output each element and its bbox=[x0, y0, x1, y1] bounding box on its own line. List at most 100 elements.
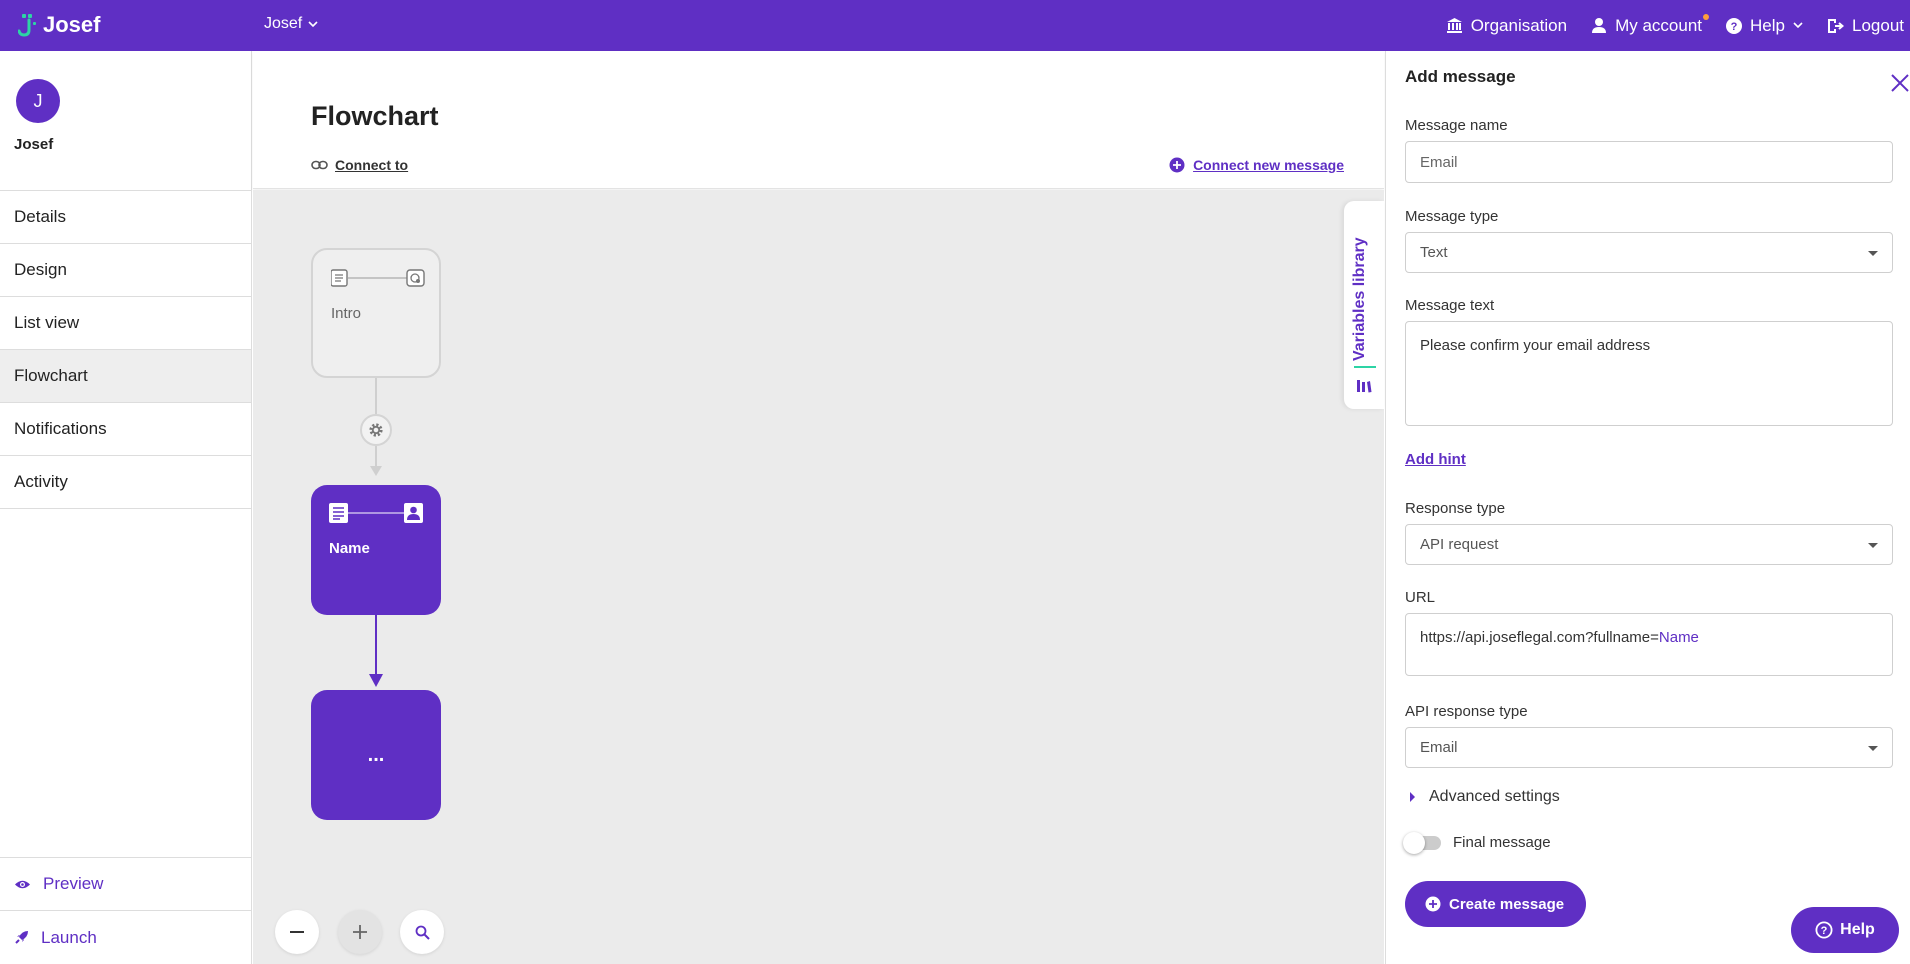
connect-new-message-label: Connect new message bbox=[1193, 157, 1344, 173]
eye-icon bbox=[15, 880, 30, 888]
flow-node-intro[interactable]: Intro bbox=[311, 248, 441, 378]
flow-node-label: Intro bbox=[331, 305, 362, 322]
nav-logout-label: Logout bbox=[1852, 15, 1904, 35]
user-icon bbox=[1592, 18, 1607, 33]
zoom-out-button[interactable] bbox=[275, 910, 319, 954]
chevron-down-icon bbox=[1868, 745, 1878, 751]
chevron-down-icon bbox=[308, 20, 318, 27]
node-header-icons bbox=[329, 503, 423, 523]
connector-line bbox=[375, 446, 377, 468]
svg-text:?: ? bbox=[1731, 21, 1738, 33]
advanced-settings-toggle[interactable]: Advanced settings bbox=[1410, 788, 1560, 806]
chevron-down-icon bbox=[1868, 542, 1878, 548]
response-type-select[interactable]: API request bbox=[1405, 524, 1893, 565]
flow-node-label: Name bbox=[329, 540, 370, 557]
sidebar-nav: Details Design List view Flowchart Notif… bbox=[0, 190, 251, 509]
user-name: Josef bbox=[14, 136, 54, 153]
logout-icon bbox=[1828, 18, 1844, 33]
plus-circle-icon bbox=[1169, 157, 1185, 173]
tab-accent-line bbox=[1354, 366, 1376, 368]
final-message-switch[interactable] bbox=[1403, 831, 1441, 854]
sidebar-item-notifications[interactable]: Notifications bbox=[0, 403, 251, 456]
sidebar-item-details[interactable]: Details bbox=[0, 191, 251, 244]
zoom-in-button[interactable] bbox=[338, 910, 382, 954]
message-name-label: Message name bbox=[1405, 117, 1508, 134]
connection-settings-button[interactable] bbox=[360, 414, 392, 446]
chevron-down-icon bbox=[1868, 250, 1878, 256]
create-message-button[interactable]: Create message bbox=[1405, 881, 1587, 927]
preview-label: Preview bbox=[43, 874, 104, 893]
add-hint-link[interactable]: Add hint bbox=[1405, 451, 1466, 468]
panel-title: Add message bbox=[1405, 67, 1516, 86]
create-message-label: Create message bbox=[1449, 895, 1565, 913]
sidebar-item-list-view[interactable]: List view bbox=[0, 297, 251, 350]
flow-node-name[interactable]: Name bbox=[311, 485, 441, 615]
sidebar-item-design[interactable]: Design bbox=[0, 244, 251, 297]
api-response-type-value: Email bbox=[1420, 739, 1458, 756]
url-input[interactable]: https://api.joseflegal.com?fullname=Name bbox=[1405, 613, 1893, 676]
search-icon bbox=[415, 925, 430, 940]
message-name-input[interactable]: Email bbox=[1405, 141, 1893, 183]
app-logo[interactable]: Josef bbox=[18, 12, 100, 38]
sidebar-bottom: Preview Launch bbox=[0, 857, 251, 964]
link-icon bbox=[311, 160, 328, 170]
project-name: Josef bbox=[264, 15, 303, 32]
minus-icon bbox=[290, 931, 304, 933]
message-text-value: Please confirm your email address bbox=[1420, 337, 1651, 354]
help-floating-button[interactable]: ? Help bbox=[1791, 907, 1899, 953]
flow-node-label: ... bbox=[367, 743, 385, 766]
help-circle-icon: ? bbox=[1815, 921, 1833, 939]
message-type-value: Text bbox=[1420, 244, 1448, 261]
close-icon[interactable] bbox=[1890, 73, 1910, 93]
flowchart-canvas[interactable]: Intro Name ... bbox=[253, 190, 1384, 964]
message-name-placeholder: Email bbox=[1420, 153, 1458, 171]
page-title: Flowchart bbox=[311, 101, 439, 131]
help-circle-icon: ? bbox=[1726, 17, 1743, 34]
sidebar-item-activity[interactable]: Activity bbox=[0, 456, 251, 509]
plus-circle-icon bbox=[1425, 896, 1441, 912]
bank-icon bbox=[1446, 18, 1462, 33]
project-selector[interactable]: Josef bbox=[264, 15, 318, 33]
final-message-row: Final message bbox=[1403, 831, 1551, 854]
connector-line bbox=[375, 615, 377, 677]
final-message-label: Final message bbox=[1453, 834, 1551, 851]
rocket-icon bbox=[15, 931, 28, 944]
url-prefix: https://api.joseflegal.com?fullname= bbox=[1420, 629, 1659, 646]
variables-library-tab[interactable]: Variables library bbox=[1344, 201, 1384, 409]
flow-node-pending[interactable]: ... bbox=[311, 690, 441, 820]
advanced-settings-label: Advanced settings bbox=[1429, 788, 1560, 805]
nav-organisation[interactable]: Organisation bbox=[1446, 16, 1567, 36]
message-type-label: Message type bbox=[1405, 208, 1499, 225]
nav-my-account[interactable]: My account bbox=[1591, 13, 1710, 36]
zoom-fit-button[interactable] bbox=[400, 910, 444, 954]
nav-my-account-label: My account bbox=[1615, 15, 1703, 35]
connector-arrow-icon bbox=[369, 674, 383, 687]
api-response-type-select[interactable]: Email bbox=[1405, 727, 1893, 768]
connector-line bbox=[375, 378, 377, 414]
nav-logout[interactable]: Logout bbox=[1827, 16, 1904, 36]
nav-organisation-label: Organisation bbox=[1470, 15, 1568, 35]
connect-new-message-link[interactable]: Connect new message bbox=[1169, 157, 1344, 173]
connector-arrow-icon bbox=[370, 466, 382, 476]
notification-dot bbox=[1703, 13, 1710, 20]
logo-text: Josef bbox=[43, 12, 101, 37]
response-type-label: Response type bbox=[1405, 500, 1506, 517]
url-value: https://api.joseflegal.com?fullname=Name bbox=[1420, 629, 1699, 646]
message-text-textarea[interactable]: Please confirm your email address bbox=[1405, 321, 1893, 426]
avatar[interactable]: J bbox=[16, 79, 60, 123]
preview-link[interactable]: Preview bbox=[0, 858, 251, 911]
add-message-panel: Add message Message name Email Message t… bbox=[1385, 51, 1910, 964]
response-type-value: API request bbox=[1420, 536, 1499, 553]
url-label: URL bbox=[1405, 589, 1436, 606]
gear-icon bbox=[369, 423, 383, 437]
nav-help[interactable]: ? Help bbox=[1726, 16, 1803, 36]
launch-link[interactable]: Launch bbox=[0, 911, 251, 964]
help-floating-label: Help bbox=[1840, 921, 1875, 938]
url-variable-chip[interactable]: Name bbox=[1659, 629, 1699, 646]
josef-logo-icon bbox=[18, 12, 40, 38]
connect-to-label: Connect to bbox=[335, 157, 409, 173]
switch-knob bbox=[1403, 831, 1425, 854]
sidebar-item-flowchart[interactable]: Flowchart bbox=[0, 350, 251, 403]
message-type-select[interactable]: Text bbox=[1405, 232, 1893, 273]
connect-to-link[interactable]: Connect to bbox=[311, 157, 408, 173]
